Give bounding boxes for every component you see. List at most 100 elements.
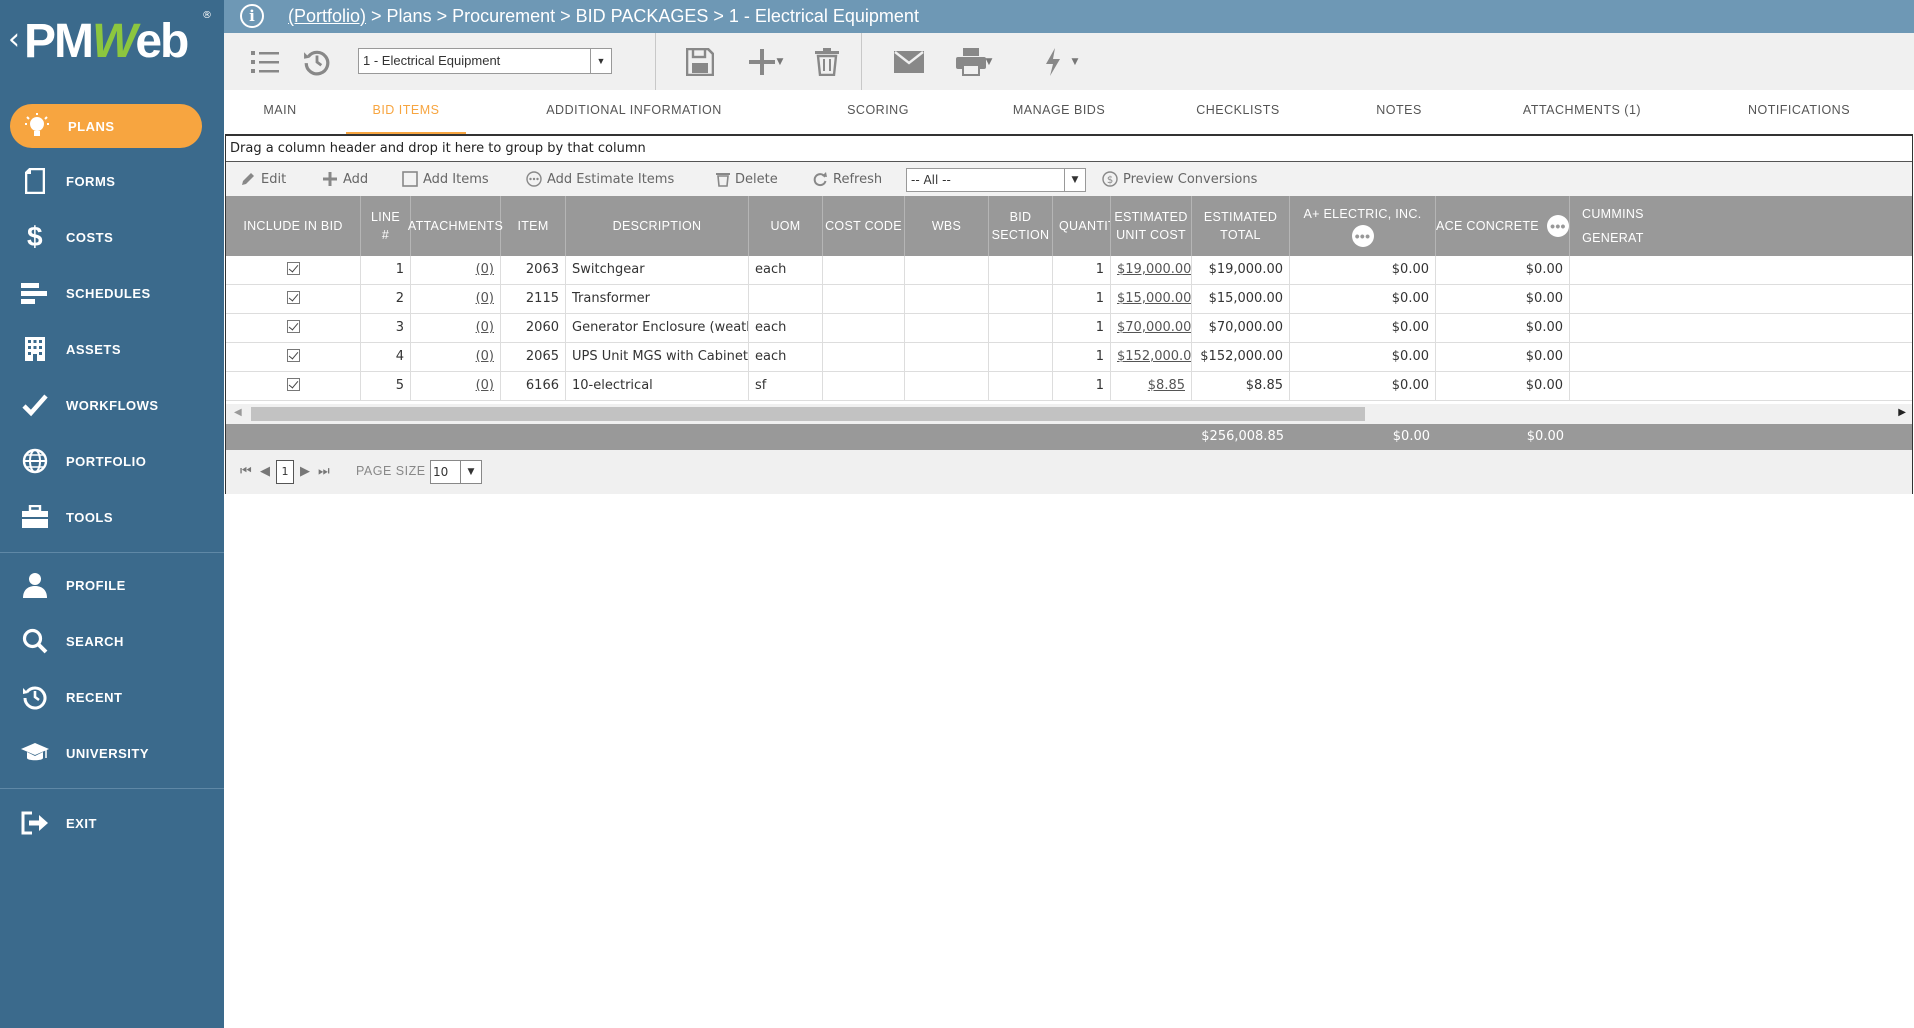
delete-button[interactable]: Delete xyxy=(716,162,778,196)
attachments-cell[interactable]: (0) xyxy=(411,343,501,372)
column-header-line[interactable]: LINE # xyxy=(361,196,411,256)
page-size-select[interactable]: 10 ▼ xyxy=(430,460,482,484)
chevron-down-icon[interactable]: ▼ xyxy=(1072,57,1079,67)
last-page-icon[interactable]: ⏭ xyxy=(318,464,330,479)
attachments-link[interactable]: (0) xyxy=(476,291,494,306)
scroll-left-arrow-icon[interactable]: ◀ xyxy=(234,407,242,418)
tab-bid-items[interactable]: BID ITEMS xyxy=(346,90,466,135)
add-estimate-items-button[interactable]: Add Estimate Items xyxy=(526,162,674,196)
table-row[interactable]: 1 (0) 2063 Switchgear each 1 $19,000.00 … xyxy=(226,256,1912,285)
chevron-down-icon[interactable]: ▼ xyxy=(777,57,784,67)
info-icon[interactable]: i xyxy=(240,4,264,28)
estimated-unit-cost-cell[interactable]: $152,000.00 xyxy=(1111,343,1192,372)
sidebar-item-workflows[interactable]: WORKFLOWS xyxy=(0,382,224,428)
column-header-include-in-bid[interactable]: INCLUDE IN BID xyxy=(226,196,361,256)
estimated-unit-cost-cell[interactable]: $19,000.00 xyxy=(1111,256,1192,285)
delete-icon[interactable] xyxy=(812,45,842,79)
estimated-unit-cost-cell[interactable]: $70,000.00 xyxy=(1111,314,1192,343)
sidebar-item-search[interactable]: SEARCH xyxy=(0,618,224,664)
tab-checklists[interactable]: CHECKLISTS xyxy=(1188,90,1288,132)
save-icon[interactable] xyxy=(684,45,716,79)
attachments-link[interactable]: (0) xyxy=(476,262,494,277)
horizontal-scrollbar[interactable]: ◀ ▶ xyxy=(226,404,1912,424)
list-icon[interactable] xyxy=(250,45,280,79)
column-header-uom[interactable]: UOM xyxy=(749,196,823,256)
unit-cost-link[interactable]: $8.85 xyxy=(1148,378,1185,393)
column-header-bidder-cummins[interactable]: CUMMINS GENERAT xyxy=(1570,196,1912,256)
attachments-cell[interactable]: (0) xyxy=(411,256,501,285)
include-in-bid-checkbox[interactable] xyxy=(226,314,361,343)
column-header-attachments[interactable]: ATTACHMENTS xyxy=(408,196,503,256)
tab-notes[interactable]: NOTES xyxy=(1364,90,1434,132)
back-chevron-icon[interactable]: ‹ xyxy=(8,22,20,57)
refresh-button[interactable]: Refresh xyxy=(812,162,882,196)
tab-notifications[interactable]: NOTIFICATIONS xyxy=(1734,90,1864,132)
sidebar-item-portfolio[interactable]: PORTFOLIO xyxy=(0,438,224,484)
lightning-icon[interactable]: ▼ xyxy=(1038,45,1084,79)
sidebar-item-exit[interactable]: EXIT xyxy=(0,800,224,846)
table-row[interactable]: 4 (0) 2065 UPS Unit MGS with Cabinet & B… xyxy=(226,343,1912,372)
sidebar-item-tools[interactable]: TOOLS xyxy=(0,494,224,540)
sidebar-item-assets[interactable]: ASSETS xyxy=(0,326,224,372)
include-in-bid-checkbox[interactable] xyxy=(226,256,361,285)
estimated-unit-cost-cell[interactable]: $8.85 xyxy=(1111,372,1192,401)
unit-cost-link[interactable]: $70,000.00 xyxy=(1117,320,1191,335)
table-row[interactable]: 2 (0) 2115 Transformer 1 $15,000.00 $15,… xyxy=(226,285,1912,314)
attachments-cell[interactable]: (0) xyxy=(411,372,501,401)
chevron-down-icon[interactable]: ▼ xyxy=(460,461,481,483)
scroll-right-arrow-icon[interactable]: ▶ xyxy=(1898,407,1906,418)
add-button[interactable]: Add xyxy=(322,162,368,196)
column-header-item[interactable]: ITEM xyxy=(501,196,566,256)
add-items-button[interactable]: Add Items xyxy=(402,162,489,196)
next-page-icon[interactable]: ▶ xyxy=(300,464,310,479)
add-icon[interactable]: ▼ xyxy=(740,45,790,79)
attachments-link[interactable]: (0) xyxy=(476,320,494,335)
table-row[interactable]: 5 (0) 6166 10-electrical sf 1 $8.85 $8.8… xyxy=(226,372,1912,401)
unit-cost-link[interactable]: $19,000.00 xyxy=(1117,262,1191,277)
sidebar-item-costs[interactable]: $ COSTS xyxy=(0,214,224,260)
scrollbar-thumb[interactable] xyxy=(251,407,1365,421)
column-header-description[interactable]: DESCRIPTION xyxy=(566,196,749,256)
column-header-wbs[interactable]: WBS xyxy=(905,196,989,256)
chevron-down-icon[interactable]: ▼ xyxy=(590,49,611,73)
record-select[interactable]: 1 - Electrical Equipment ▼ xyxy=(358,48,612,74)
sidebar-item-schedules[interactable]: SCHEDULES xyxy=(0,270,224,316)
more-options-icon[interactable]: ••• xyxy=(1351,225,1374,247)
column-header-estimated-total[interactable]: ESTIMATED TOTAL xyxy=(1192,196,1290,256)
email-icon[interactable] xyxy=(892,45,926,79)
previous-page-icon[interactable]: ◀ xyxy=(260,464,270,479)
estimated-unit-cost-cell[interactable]: $15,000.00 xyxy=(1111,285,1192,314)
unit-cost-link[interactable]: $152,000.00 xyxy=(1117,349,1191,364)
chevron-down-icon[interactable]: ▼ xyxy=(986,57,993,67)
column-header-bidder-ace-concrete[interactable]: ACE CONCRETE ••• xyxy=(1436,196,1570,256)
tab-manage-bids[interactable]: MANAGE BIDS xyxy=(1004,90,1114,132)
tab-main[interactable]: MAIN xyxy=(250,90,310,132)
sidebar-item-profile[interactable]: PROFILE xyxy=(0,562,224,608)
edit-button[interactable]: Edit xyxy=(240,162,286,196)
chevron-down-icon[interactable]: ▼ xyxy=(1064,169,1085,191)
breadcrumb-portfolio-link[interactable]: (Portfolio) xyxy=(288,6,366,26)
column-header-cost-code[interactable]: COST CODE xyxy=(823,196,905,256)
column-header-estimated-unit-cost[interactable]: ESTIMATED UNIT COST xyxy=(1111,196,1192,256)
column-header-bidder-a-plus-electric[interactable]: A+ ELECTRIC, INC. ••• xyxy=(1290,196,1436,256)
sidebar-item-forms[interactable]: FORMS xyxy=(0,158,224,204)
sidebar-item-plans[interactable]: PLANS xyxy=(10,104,202,148)
more-options-icon[interactable]: ••• xyxy=(1546,215,1569,237)
grid-filter-select[interactable]: -- All -- ▼ xyxy=(906,168,1086,192)
tab-additional-information[interactable]: ADDITIONAL INFORMATION xyxy=(534,90,734,132)
unit-cost-link[interactable]: $15,000.00 xyxy=(1117,291,1191,306)
column-header-bid-section[interactable]: BID SECTION xyxy=(989,196,1053,256)
group-by-hint[interactable]: Drag a column header and drop it here to… xyxy=(226,136,1912,162)
history-icon[interactable] xyxy=(302,45,332,79)
include-in-bid-checkbox[interactable] xyxy=(226,343,361,372)
table-row[interactable]: 3 (0) 2060 Generator Enclosure (weather … xyxy=(226,314,1912,343)
include-in-bid-checkbox[interactable] xyxy=(226,285,361,314)
sidebar-item-university[interactable]: UNIVERSITY xyxy=(0,730,224,776)
sidebar-item-recent[interactable]: RECENT xyxy=(0,674,224,720)
attachments-link[interactable]: (0) xyxy=(476,378,494,393)
tab-attachments[interactable]: ATTACHMENTS (1) xyxy=(1502,90,1662,132)
preview-conversions-button[interactable]: $ Preview Conversions xyxy=(1102,162,1257,196)
attachments-cell[interactable]: (0) xyxy=(411,314,501,343)
pmweb-logo[interactable]: ‹ PMWeb ® xyxy=(4,6,214,82)
include-in-bid-checkbox[interactable] xyxy=(226,372,361,401)
